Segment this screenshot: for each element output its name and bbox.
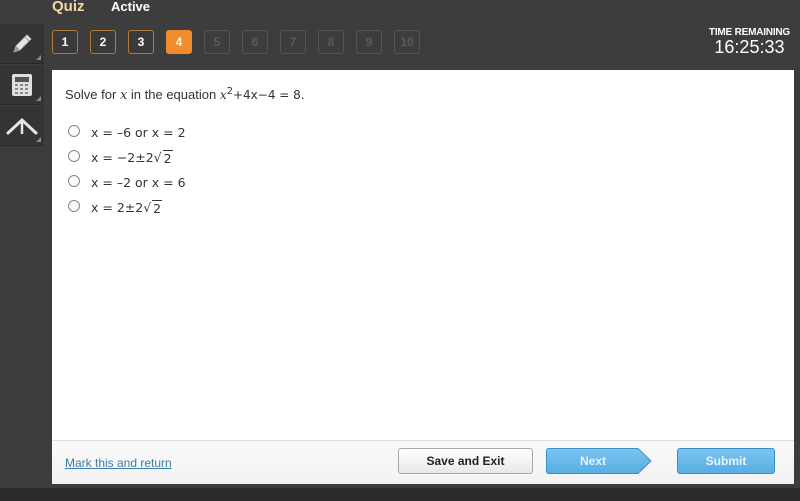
expand-corner-icon bbox=[36, 137, 41, 142]
question-button-2[interactable]: 2 bbox=[90, 30, 116, 54]
right-edge bbox=[794, 70, 800, 488]
prompt-prefix: Solve for bbox=[65, 87, 117, 102]
equation: x2+4x−4 = 8. bbox=[219, 86, 305, 102]
question-button-3[interactable]: 3 bbox=[128, 30, 154, 54]
answer-option-2[interactable]: x = −2±2 √ 2 bbox=[68, 145, 186, 170]
prompt-middle: in the equation bbox=[130, 87, 217, 102]
question-button-1[interactable]: 1 bbox=[52, 30, 78, 54]
pencil-tool-button[interactable] bbox=[0, 24, 44, 64]
question-button-4[interactable]: 4 bbox=[166, 30, 192, 54]
radio-button[interactable] bbox=[68, 124, 80, 137]
option-text: x = –2 or x = 6 bbox=[91, 175, 186, 190]
calculator-icon bbox=[12, 73, 32, 96]
bottom-strip bbox=[0, 488, 800, 501]
top-bar: Quiz Active 1 2 3 4 5 6 7 8 9 10 TIME RE… bbox=[0, 0, 800, 70]
save-and-exit-button[interactable]: Save and Exit bbox=[398, 448, 533, 474]
tool-sidebar bbox=[0, 24, 46, 147]
option-text: x = −2±2 bbox=[91, 150, 154, 165]
answer-option-3[interactable]: x = –2 or x = 6 bbox=[68, 170, 186, 195]
answer-option-1[interactable]: x = –6 or x = 2 bbox=[68, 120, 186, 145]
expand-corner-icon bbox=[36, 96, 41, 101]
radicand: 2 bbox=[162, 149, 173, 166]
question-panel: Solve for x in the equation x2+4x−4 = 8.… bbox=[52, 70, 794, 440]
reference-arrow-icon bbox=[6, 117, 38, 134]
question-button-5[interactable]: 5 bbox=[204, 30, 230, 54]
prompt-variable: x bbox=[119, 88, 128, 103]
equation-rest: +4x−4 = 8 bbox=[232, 88, 301, 102]
sqrt-symbol: √ bbox=[143, 200, 152, 215]
answer-options: x = –6 or x = 2 x = −2±2 √ 2 x = –2 or x =… bbox=[68, 120, 186, 220]
footer-bar: Mark this and return Save and Exit Next … bbox=[52, 440, 794, 484]
question-button-6[interactable]: 6 bbox=[242, 30, 268, 54]
answer-option-4[interactable]: x = 2±2 √ 2 bbox=[68, 195, 186, 220]
timer-value: 16:25:33 bbox=[714, 37, 785, 57]
equation-end: . bbox=[300, 88, 305, 102]
mark-and-return-link[interactable]: Mark this and return bbox=[65, 456, 172, 470]
question-navigator: 1 2 3 4 5 6 7 8 9 10 bbox=[52, 30, 420, 54]
equation-base: x bbox=[219, 88, 227, 102]
question-button-8[interactable]: 8 bbox=[318, 30, 344, 54]
expand-corner-icon bbox=[36, 55, 41, 60]
question-button-10[interactable]: 10 bbox=[394, 30, 420, 54]
reference-tool-button[interactable] bbox=[0, 106, 44, 146]
timer: TIME REMAINING 16:25:33 bbox=[709, 27, 790, 58]
option-text: x = 2±2 bbox=[91, 200, 144, 215]
radio-button[interactable] bbox=[68, 149, 80, 162]
sqrt-symbol: √ bbox=[153, 150, 162, 165]
question-prompt: Solve for x in the equation x2+4x−4 = 8. bbox=[65, 86, 305, 103]
next-button[interactable]: Next bbox=[546, 448, 652, 474]
question-button-9[interactable]: 9 bbox=[356, 30, 382, 54]
calculator-tool-button[interactable] bbox=[0, 65, 44, 105]
submit-button[interactable]: Submit bbox=[677, 448, 775, 474]
radio-button[interactable] bbox=[68, 174, 80, 187]
pencil-icon bbox=[13, 33, 32, 53]
option-text: x = –6 or x = 2 bbox=[91, 125, 186, 140]
question-button-7[interactable]: 7 bbox=[280, 30, 306, 54]
radio-button[interactable] bbox=[68, 199, 80, 212]
next-button-label: Next bbox=[579, 454, 606, 468]
radicand: 2 bbox=[152, 199, 163, 216]
quiz-status: Active bbox=[111, 0, 151, 14]
quiz-title: Quiz bbox=[52, 0, 85, 15]
